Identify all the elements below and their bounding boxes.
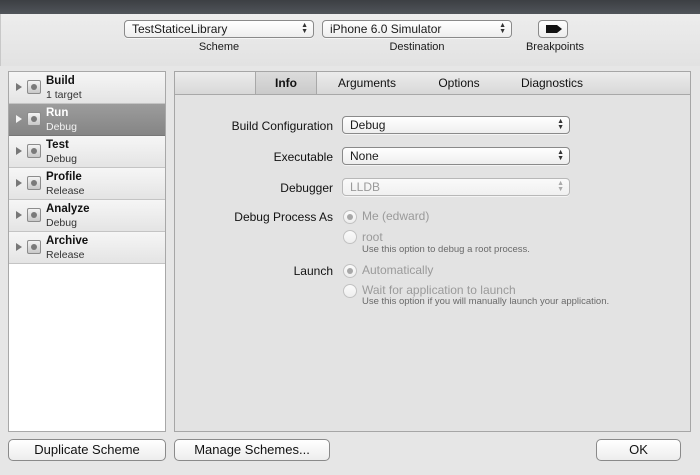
analyze-icon — [27, 208, 41, 222]
debugger-value: LLDB — [350, 180, 381, 194]
popup-arrows-icon: ▲ ▼ — [301, 22, 308, 35]
background-editor-strip — [0, 0, 700, 14]
action-name: Test — [46, 139, 69, 151]
build-configuration-value: Debug — [350, 118, 386, 132]
action-subtitle: Release — [46, 249, 85, 261]
test-icon — [27, 144, 41, 158]
scheme-label: Scheme — [198, 41, 240, 53]
wait-hint: Use this option if you will manually lau… — [362, 296, 610, 307]
debugger-label: Debugger — [280, 181, 333, 195]
breakpoints-button[interactable] — [538, 20, 568, 38]
disclosure-triangle-icon[interactable] — [16, 83, 22, 91]
executable-label: Executable — [273, 150, 333, 164]
action-subtitle: Debug — [46, 121, 77, 133]
radio-automatically[interactable] — [343, 264, 357, 278]
disclosure-triangle-icon[interactable] — [16, 147, 22, 155]
executable-popup[interactable]: None ▲ ▼ — [342, 147, 570, 165]
tab-diagnostics[interactable]: Diagnostics — [501, 72, 603, 94]
duplicate-scheme-button[interactable]: Duplicate Scheme — [8, 439, 166, 461]
breakpoint-icon — [546, 25, 562, 33]
tab-bar: Info Arguments Options Diagnostics — [175, 72, 690, 95]
profile-icon — [27, 176, 41, 190]
action-subtitle: Release — [46, 185, 85, 197]
disclosure-triangle-icon[interactable] — [16, 211, 22, 219]
action-settings-panel: Info Arguments Options Diagnostics Build… — [174, 71, 691, 432]
archive-icon — [27, 240, 41, 254]
destination-value: iPhone 6.0 Simulator — [330, 22, 442, 36]
executable-value: None — [350, 149, 379, 163]
radio-automatically-label: Automatically — [362, 263, 434, 277]
action-item-build[interactable]: Build 1 target — [9, 72, 165, 104]
action-item-archive[interactable]: Archive Release — [9, 232, 165, 264]
popup-arrows-icon: ▲ ▼ — [499, 22, 506, 35]
action-name: Profile — [46, 171, 82, 183]
destination-label: Destination — [389, 41, 445, 53]
root-hint: Use this option to debug a root process. — [362, 244, 530, 255]
scheme-value: TestStaticeLibrary — [132, 22, 228, 36]
action-subtitle: Debug — [46, 217, 77, 229]
action-subtitle: 1 target — [46, 89, 82, 101]
action-name: Build — [46, 75, 75, 87]
popup-arrows-icon: ▲ ▼ — [557, 180, 564, 193]
destination-popup[interactable]: iPhone 6.0 Simulator ▲ ▼ — [322, 20, 512, 38]
build-icon — [27, 80, 41, 94]
radio-wait-for-launch-label: Wait for application to launch — [362, 283, 516, 297]
disclosure-triangle-icon[interactable] — [16, 179, 22, 187]
radio-me[interactable] — [343, 210, 357, 224]
action-name: Archive — [46, 235, 89, 247]
action-name: Analyze — [46, 203, 90, 215]
debug-process-as-label: Debug Process As — [234, 210, 333, 224]
popup-arrows-icon: ▲ ▼ — [557, 118, 564, 131]
breakpoints-label: Breakpoints — [525, 41, 585, 53]
radio-wait-for-launch[interactable] — [343, 284, 357, 298]
manage-schemes-button[interactable]: Manage Schemes... — [174, 439, 330, 461]
build-configuration-popup[interactable]: Debug ▲ ▼ — [342, 116, 570, 134]
action-subtitle: Debug — [46, 153, 77, 165]
popup-arrows-icon: ▲ ▼ — [557, 149, 564, 162]
launch-label: Launch — [293, 264, 333, 278]
disclosure-triangle-icon[interactable] — [16, 243, 22, 251]
disclosure-triangle-icon[interactable] — [16, 115, 22, 123]
build-configuration-label: Build Configuration — [231, 119, 333, 133]
tab-info[interactable]: Info — [255, 72, 317, 94]
action-name: Run — [46, 107, 69, 119]
tab-options[interactable]: Options — [417, 72, 501, 94]
debugger-popup[interactable]: LLDB ▲ ▼ — [342, 178, 570, 196]
run-icon — [27, 112, 41, 126]
tab-arguments[interactable]: Arguments — [317, 72, 417, 94]
scheme-toolbar: TestStaticeLibrary ▲ ▼ Scheme iPhone 6.0 … — [0, 14, 700, 66]
radio-root-label: root — [362, 230, 383, 244]
radio-root[interactable] — [343, 230, 357, 244]
radio-me-label: Me (edward) — [362, 209, 430, 223]
ok-button[interactable]: OK — [596, 439, 681, 461]
scheme-popup[interactable]: TestStaticeLibrary ▲ ▼ — [124, 20, 314, 38]
